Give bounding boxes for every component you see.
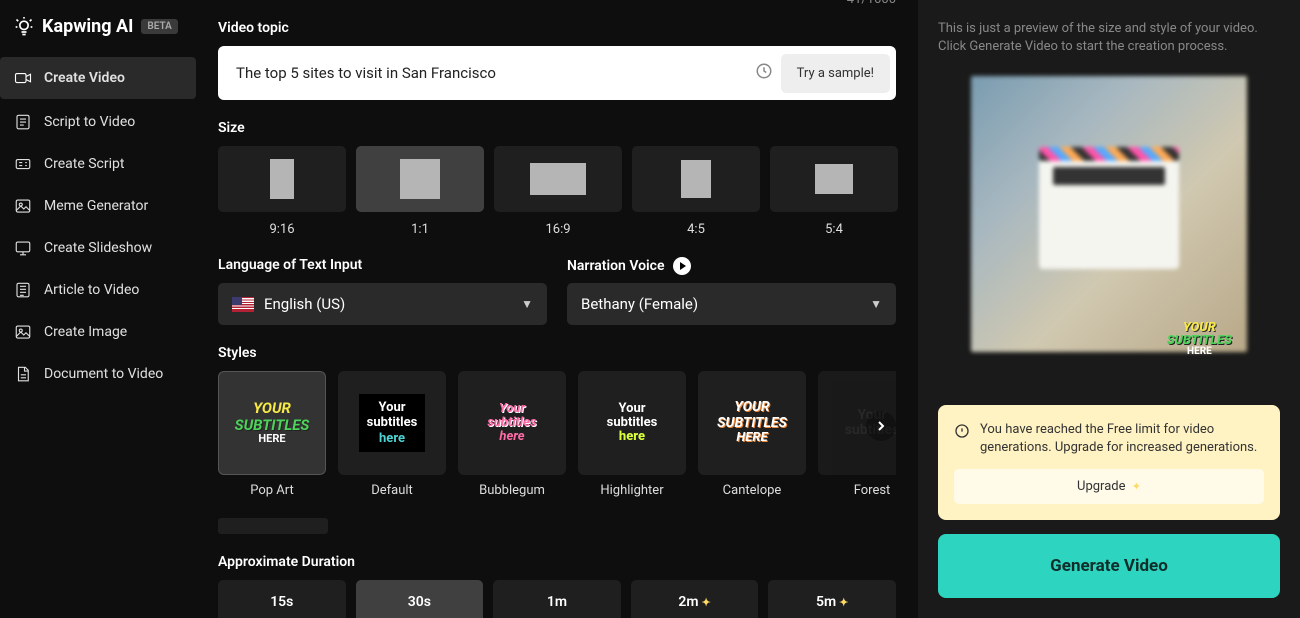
- generate-video-button[interactable]: Generate Video: [938, 534, 1280, 598]
- duration-15s[interactable]: 15s: [218, 580, 346, 618]
- size-label: Size: [218, 120, 896, 136]
- style-bubblegum[interactable]: Yoursubtitleshere Bubblegum: [458, 371, 566, 498]
- duration-30s[interactable]: 30s: [356, 580, 484, 618]
- duration-label: Approximate Duration: [218, 554, 896, 570]
- style-highlighter[interactable]: Yoursubtitleshere Highlighter: [578, 371, 686, 498]
- voice-select[interactable]: Bethany (Female) ▼: [567, 283, 896, 325]
- styles-label: Styles: [218, 345, 896, 361]
- nav-label: Create Image: [44, 324, 127, 340]
- styles-options: YOURSUBTITLESHERE Pop Art Yoursubtitlesh…: [218, 371, 896, 498]
- nav-label: Article to Video: [44, 282, 139, 298]
- language-value: English (US): [264, 295, 345, 313]
- sidebar: Kapwing AI BETA Create Video Script to V…: [0, 0, 196, 618]
- size-option-916[interactable]: 9:16: [218, 146, 346, 237]
- premium-icon: ✦: [839, 596, 848, 609]
- article-icon: [14, 281, 32, 299]
- try-sample-button[interactable]: Try a sample!: [781, 54, 890, 93]
- styles-next-button[interactable]: [866, 411, 896, 441]
- size-option-169[interactable]: 16:9: [494, 146, 622, 237]
- nav-document-to-video[interactable]: Document to Video: [0, 353, 196, 395]
- main-content: Video topic 41/1000 Try a sample! Size 9…: [196, 0, 918, 618]
- char-count: 41/1000: [847, 0, 896, 7]
- nav-label: Document to Video: [44, 366, 163, 382]
- topic-input[interactable]: [222, 50, 747, 96]
- language-label: Language of Text Input: [218, 257, 547, 273]
- upgrade-button[interactable]: Upgrade ✦: [954, 469, 1264, 504]
- preview-thumbnail: [971, 76, 1247, 352]
- nav-label: Create Script: [44, 156, 124, 172]
- voice-value: Bethany (Female): [581, 295, 698, 313]
- beta-badge: BETA: [141, 19, 177, 34]
- style-cantelope[interactable]: YOURSUBTITLESHERE Cantelope: [698, 371, 806, 498]
- size-options: 9:16 1:1 16:9 4:5 5:4: [218, 146, 896, 237]
- document-icon: [14, 365, 32, 383]
- brand-name: Kapwing AI: [42, 16, 133, 37]
- nav-create-slideshow[interactable]: Create Slideshow: [0, 227, 196, 269]
- video-icon: [14, 69, 32, 87]
- nav-create-script[interactable]: Create Script: [0, 143, 196, 185]
- nav-meme-generator[interactable]: Meme Generator: [0, 185, 196, 227]
- styles-scrollbar[interactable]: [218, 518, 328, 534]
- nav-label: Create Video: [44, 70, 125, 86]
- duration-5m[interactable]: 5m✦: [768, 580, 896, 618]
- chevron-down-icon: ▼: [870, 297, 882, 311]
- nav-script-to-video[interactable]: Script to Video: [0, 101, 196, 143]
- nav-label: Script to Video: [44, 114, 135, 130]
- image-icon: [14, 323, 32, 341]
- size-option-11[interactable]: 1:1: [356, 146, 484, 237]
- info-icon: [954, 423, 970, 439]
- nav-create-image[interactable]: Create Image: [0, 311, 196, 353]
- upgrade-warning: You have reached the Free limit for vide…: [938, 405, 1280, 520]
- nav-label: Create Slideshow: [44, 240, 152, 256]
- duration-2m[interactable]: 2m✦: [631, 580, 759, 618]
- preview-panel: This is just a preview of the size and s…: [918, 0, 1300, 618]
- chevron-down-icon: ▼: [521, 297, 533, 311]
- duration-options: 15s 30s 1m 2m✦ 5m✦: [218, 580, 896, 618]
- size-option-54[interactable]: 5:4: [770, 146, 898, 237]
- style-default[interactable]: Yoursubtitleshere Default: [338, 371, 446, 498]
- nav-create-video[interactable]: Create Video: [0, 57, 196, 99]
- preview-description: This is just a preview of the size and s…: [938, 20, 1280, 56]
- lightbulb-icon: [14, 17, 34, 37]
- premium-icon: ✦: [702, 596, 711, 609]
- sparkle-icon: ✦: [1132, 480, 1141, 493]
- preview-subtitle-overlay: YOUR SUBTITLES HERE: [1167, 321, 1232, 357]
- language-select[interactable]: English (US) ▼: [218, 283, 547, 325]
- warning-text: You have reached the Free limit for vide…: [980, 421, 1264, 457]
- video-topic-label: Video topic: [218, 20, 896, 36]
- play-icon[interactable]: [673, 257, 691, 275]
- duration-1m[interactable]: 1m: [493, 580, 621, 618]
- image-icon: [14, 197, 32, 215]
- brand-logo: Kapwing AI BETA: [0, 0, 196, 55]
- nav-label: Meme Generator: [44, 198, 148, 214]
- create-script-icon: [14, 155, 32, 173]
- flag-us-icon: [232, 297, 254, 312]
- size-option-45[interactable]: 4:5: [632, 146, 760, 237]
- history-icon[interactable]: [747, 62, 781, 84]
- topic-input-row: Try a sample!: [218, 46, 896, 100]
- style-pop-art[interactable]: YOURSUBTITLESHERE Pop Art: [218, 371, 326, 498]
- voice-label: Narration Voice: [567, 258, 665, 274]
- slideshow-icon: [14, 239, 32, 257]
- nav-article-to-video[interactable]: Article to Video: [0, 269, 196, 311]
- script-icon: [14, 113, 32, 131]
